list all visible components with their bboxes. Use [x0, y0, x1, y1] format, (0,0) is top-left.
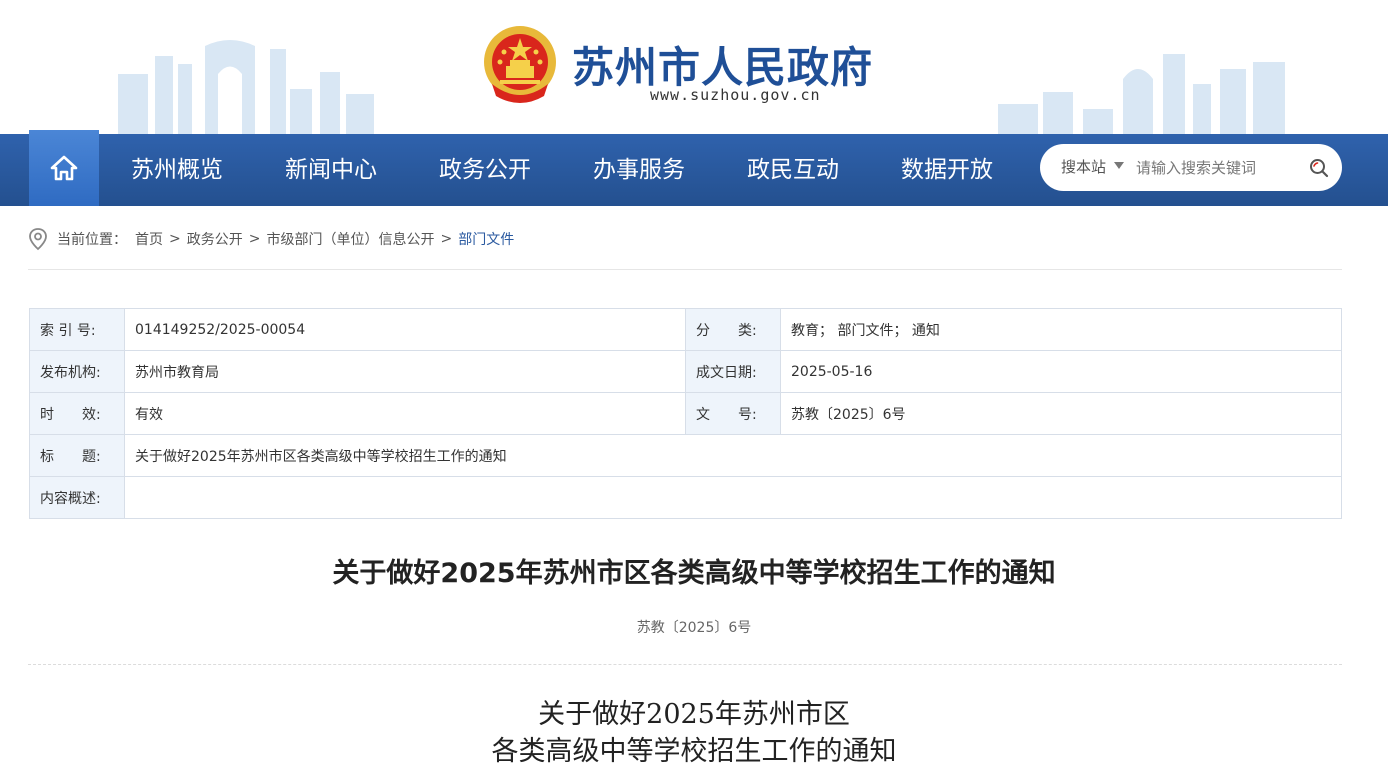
document-number-label: 文 号: [685, 392, 781, 435]
publisher-label: 发布机构: [29, 350, 125, 393]
summary-label: 内容概述: [29, 476, 125, 519]
title-label: 标 题: [29, 434, 125, 477]
search-scope-select[interactable]: 搜本站 [1061, 144, 1106, 191]
breadcrumb-separator: > [169, 231, 181, 247]
nav-item-suzhou-overview[interactable]: 苏州概览 [131, 134, 223, 206]
national-emblem-icon [484, 26, 556, 103]
article-divider [28, 664, 1342, 665]
site-url: www.suzhou.gov.cn [650, 86, 821, 104]
breadcrumb-separator: > [248, 231, 261, 247]
table-row: 内容概述: [29, 476, 1342, 519]
table-row: 标 题: 关于做好2025年苏州市区各类高级中等学校招生工作的通知 [29, 434, 1342, 477]
date-label: 成文日期: [685, 350, 781, 393]
document-number-value: 苏教〔2025〕6号 [780, 392, 1342, 435]
document-info-table: 索 引 号: 014149252/2025-00054 分 类: 教育； 部门文… [29, 308, 1342, 519]
breadcrumb-link-municipal-departments[interactable]: 市级部门（单位）信息公开 [266, 229, 434, 249]
home-icon [50, 155, 78, 181]
title-value: 关于做好2025年苏州市区各类高级中等学校招生工作的通知 [124, 434, 1342, 477]
table-row: 发布机构: 苏州市教育局 成文日期: 2025-05-16 [29, 350, 1342, 393]
article-body-title-line-2: 各类高级中等学校招生工作的通知 [491, 736, 897, 767]
category-label: 分 类: [685, 308, 781, 351]
nav-item-services[interactable]: 办事服务 [593, 134, 685, 206]
article-body-title: 关于做好2025年苏州市区 各类高级中等学校招生工作的通知 [0, 696, 1388, 770]
skyline-left-decoration [118, 40, 374, 134]
breadcrumb-link-home[interactable]: 首页 [135, 229, 163, 249]
index-number-value: 014149252/2025-00054 [124, 308, 686, 351]
date-value: 2025-05-16 [780, 350, 1342, 393]
validity-label: 时 效: [29, 392, 125, 435]
nav-item-government-affairs[interactable]: 政务公开 [439, 134, 531, 206]
validity-value: 有效 [124, 392, 686, 435]
search-icon[interactable] [1308, 157, 1330, 179]
breadcrumb-prefix: 当前位置： [57, 232, 127, 248]
search-input[interactable] [1136, 153, 1304, 183]
header-banner: 苏州市人民政府 www.suzhou.gov.cn [0, 0, 1388, 134]
home-button[interactable] [29, 130, 99, 206]
site-logo[interactable]: 苏州市人民政府 www.suzhou.gov.cn [482, 24, 902, 110]
article-document-number: 苏教〔2025〕6号 [636, 620, 752, 636]
breadcrumb: 当前位置： 首页 > 政务公开 > 市级部门（单位）信息公开 > 部门文件 [28, 226, 514, 252]
article-body-title-line-1: 关于做好2025年苏州市区 [538, 699, 850, 730]
nav-item-news-center[interactable]: 新闻中心 [285, 134, 377, 206]
chevron-down-icon[interactable] [1114, 162, 1124, 169]
skyline-right-decoration [998, 54, 1285, 134]
breadcrumb-divider [28, 269, 1342, 270]
table-row: 索 引 号: 014149252/2025-00054 分 类: 教育； 部门文… [29, 308, 1342, 351]
breadcrumb-link-government-affairs[interactable]: 政务公开 [187, 229, 243, 249]
nav-item-open-data[interactable]: 数据开放 [901, 134, 993, 206]
summary-value [124, 476, 1342, 519]
publisher-value: 苏州市教育局 [124, 350, 686, 393]
search-box: 搜本站 [1040, 144, 1342, 191]
index-number-label: 索 引 号: [29, 308, 125, 351]
article-title: 关于做好2025年苏州市区各类高级中等学校招生工作的通知 [332, 558, 1056, 589]
category-value: 教育； 部门文件； 通知 [780, 308, 1342, 351]
table-row: 时 效: 有效 文 号: 苏教〔2025〕6号 [29, 392, 1342, 435]
main-nav: 苏州概览 新闻中心 政务公开 办事服务 政民互动 数据开放 搜本站 [0, 130, 1388, 206]
location-pin-icon [29, 228, 47, 251]
nav-item-interaction[interactable]: 政民互动 [747, 134, 839, 206]
breadcrumb-link-department-documents[interactable]: 部门文件 [458, 229, 514, 249]
breadcrumb-separator: > [440, 231, 453, 247]
